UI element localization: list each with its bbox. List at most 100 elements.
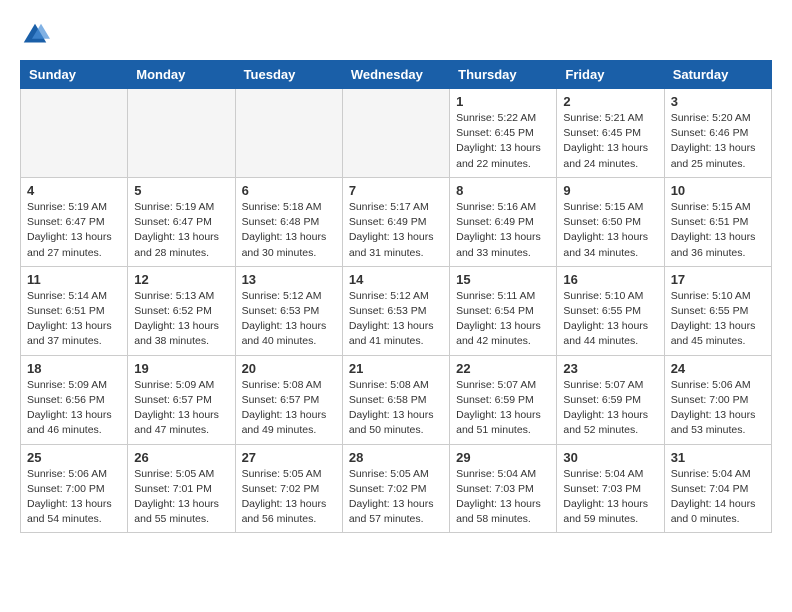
header-tuesday: Tuesday bbox=[235, 61, 342, 89]
calendar-cell: 25 Sunrise: 5:06 AM Sunset: 7:00 PM Dayli… bbox=[21, 444, 128, 533]
calendar-cell: 13Sunrise: 5:12 AM Sunset: 6:53 PM Dayli… bbox=[235, 266, 342, 355]
day-number: 16 bbox=[563, 272, 657, 287]
day-info: Sunrise: 5:21 AM Sunset: 6:45 PM Dayligh… bbox=[563, 111, 657, 172]
week-row-4: 25 Sunrise: 5:06 AM Sunset: 7:00 PM Dayli… bbox=[21, 444, 772, 533]
calendar-cell bbox=[342, 89, 449, 178]
day-info: Sunrise: 5:13 AM Sunset: 6:52 PM Dayligh… bbox=[134, 289, 228, 350]
day-info: Sunrise: 5:06 AM Sunset: 7:00 PM Dayligh… bbox=[671, 378, 765, 439]
calendar-cell: 21Sunrise: 5:08 AM Sunset: 6:58 PM Dayli… bbox=[342, 355, 449, 444]
day-number: 17 bbox=[671, 272, 765, 287]
day-info: Sunrise: 5:12 AM Sunset: 6:53 PM Dayligh… bbox=[349, 289, 443, 350]
calendar-cell: 6 Sunrise: 5:18 AM Sunset: 6:48 PM Daylig… bbox=[235, 177, 342, 266]
day-info: Sunrise: 5:09 AM Sunset: 6:57 PM Dayligh… bbox=[134, 378, 228, 439]
calendar-cell: 22Sunrise: 5:07 AM Sunset: 6:59 PM Dayli… bbox=[450, 355, 557, 444]
day-info: Sunrise: 5:19 AM Sunset: 6:47 PM Dayligh… bbox=[27, 200, 121, 261]
calendar-cell: 15 Sunrise: 5:11 AM Sunset: 6:54 PM Dayli… bbox=[450, 266, 557, 355]
calendar-cell: 8 Sunrise: 5:16 AM Sunset: 6:49 PM Daylig… bbox=[450, 177, 557, 266]
calendar-cell: 27Sunrise: 5:05 AM Sunset: 7:02 PM Dayli… bbox=[235, 444, 342, 533]
day-number: 1 bbox=[456, 94, 550, 109]
day-info: Sunrise: 5:05 AM Sunset: 7:02 PM Dayligh… bbox=[349, 467, 443, 528]
day-number: 15 bbox=[456, 272, 550, 287]
day-number: 10 bbox=[671, 183, 765, 198]
day-number: 30 bbox=[563, 450, 657, 465]
calendar-body: 1 Sunrise: 5:22 AM Sunset: 6:45 PM Daylig… bbox=[21, 89, 772, 533]
day-info: Sunrise: 5:08 AM Sunset: 6:57 PM Dayligh… bbox=[242, 378, 336, 439]
week-row-0: 1 Sunrise: 5:22 AM Sunset: 6:45 PM Daylig… bbox=[21, 89, 772, 178]
header bbox=[20, 20, 772, 50]
day-info: Sunrise: 5:04 AM Sunset: 7:04 PM Dayligh… bbox=[671, 467, 765, 528]
calendar-cell: 4 Sunrise: 5:19 AM Sunset: 6:47 PM Daylig… bbox=[21, 177, 128, 266]
header-friday: Friday bbox=[557, 61, 664, 89]
day-number: 22 bbox=[456, 361, 550, 376]
day-number: 8 bbox=[456, 183, 550, 198]
day-info: Sunrise: 5:14 AM Sunset: 6:51 PM Dayligh… bbox=[27, 289, 121, 350]
day-number: 11 bbox=[27, 272, 121, 287]
calendar-cell bbox=[21, 89, 128, 178]
week-row-2: 11 Sunrise: 5:14 AM Sunset: 6:51 PM Dayli… bbox=[21, 266, 772, 355]
day-number: 25 bbox=[27, 450, 121, 465]
calendar-cell: 26 Sunrise: 5:05 AM Sunset: 7:01 PM Dayli… bbox=[128, 444, 235, 533]
day-info: Sunrise: 5:15 AM Sunset: 6:51 PM Dayligh… bbox=[671, 200, 765, 261]
day-number: 2 bbox=[563, 94, 657, 109]
day-info: Sunrise: 5:18 AM Sunset: 6:48 PM Dayligh… bbox=[242, 200, 336, 261]
calendar-cell: 16 Sunrise: 5:10 AM Sunset: 6:55 PM Dayli… bbox=[557, 266, 664, 355]
day-number: 23 bbox=[563, 361, 657, 376]
day-info: Sunrise: 5:19 AM Sunset: 6:47 PM Dayligh… bbox=[134, 200, 228, 261]
day-number: 28 bbox=[349, 450, 443, 465]
calendar-cell: 18 Sunrise: 5:09 AM Sunset: 6:56 PM Dayli… bbox=[21, 355, 128, 444]
calendar-header: SundayMondayTuesdayWednesdayThursdayFrid… bbox=[21, 61, 772, 89]
calendar-cell bbox=[235, 89, 342, 178]
calendar-cell: 5 Sunrise: 5:19 AM Sunset: 6:47 PM Daylig… bbox=[128, 177, 235, 266]
day-info: Sunrise: 5:08 AM Sunset: 6:58 PM Dayligh… bbox=[349, 378, 443, 439]
day-info: Sunrise: 5:04 AM Sunset: 7:03 PM Dayligh… bbox=[456, 467, 550, 528]
day-info: Sunrise: 5:04 AM Sunset: 7:03 PM Dayligh… bbox=[563, 467, 657, 528]
calendar-cell: 30 Sunrise: 5:04 AM Sunset: 7:03 PM Dayli… bbox=[557, 444, 664, 533]
calendar-cell: 14 Sunrise: 5:12 AM Sunset: 6:53 PM Dayli… bbox=[342, 266, 449, 355]
calendar-cell: 23Sunrise: 5:07 AM Sunset: 6:59 PM Dayli… bbox=[557, 355, 664, 444]
day-info: Sunrise: 5:05 AM Sunset: 7:01 PM Dayligh… bbox=[134, 467, 228, 528]
day-number: 7 bbox=[349, 183, 443, 198]
header-sunday: Sunday bbox=[21, 61, 128, 89]
day-info: Sunrise: 5:16 AM Sunset: 6:49 PM Dayligh… bbox=[456, 200, 550, 261]
calendar-cell: 28 Sunrise: 5:05 AM Sunset: 7:02 PM Dayli… bbox=[342, 444, 449, 533]
day-number: 9 bbox=[563, 183, 657, 198]
calendar-cell: 7 Sunrise: 5:17 AM Sunset: 6:49 PM Daylig… bbox=[342, 177, 449, 266]
calendar-cell bbox=[128, 89, 235, 178]
header-saturday: Saturday bbox=[664, 61, 771, 89]
day-info: Sunrise: 5:17 AM Sunset: 6:49 PM Dayligh… bbox=[349, 200, 443, 261]
day-info: Sunrise: 5:12 AM Sunset: 6:53 PM Dayligh… bbox=[242, 289, 336, 350]
calendar-cell: 3Sunrise: 5:20 AM Sunset: 6:46 PM Daylig… bbox=[664, 89, 771, 178]
day-number: 19 bbox=[134, 361, 228, 376]
calendar-cell: 12Sunrise: 5:13 AM Sunset: 6:52 PM Dayli… bbox=[128, 266, 235, 355]
calendar-cell: 11 Sunrise: 5:14 AM Sunset: 6:51 PM Dayli… bbox=[21, 266, 128, 355]
calendar-cell: 19 Sunrise: 5:09 AM Sunset: 6:57 PM Dayli… bbox=[128, 355, 235, 444]
day-number: 5 bbox=[134, 183, 228, 198]
day-number: 27 bbox=[242, 450, 336, 465]
day-info: Sunrise: 5:06 AM Sunset: 7:00 PM Dayligh… bbox=[27, 467, 121, 528]
day-number: 29 bbox=[456, 450, 550, 465]
day-number: 24 bbox=[671, 361, 765, 376]
calendar-cell: 29 Sunrise: 5:04 AM Sunset: 7:03 PM Dayli… bbox=[450, 444, 557, 533]
logo bbox=[20, 20, 54, 50]
logo-icon bbox=[20, 20, 50, 50]
day-info: Sunrise: 5:10 AM Sunset: 6:55 PM Dayligh… bbox=[563, 289, 657, 350]
day-info: Sunrise: 5:09 AM Sunset: 6:56 PM Dayligh… bbox=[27, 378, 121, 439]
calendar-cell: 17 Sunrise: 5:10 AM Sunset: 6:55 PM Dayli… bbox=[664, 266, 771, 355]
day-number: 6 bbox=[242, 183, 336, 198]
week-row-1: 4 Sunrise: 5:19 AM Sunset: 6:47 PM Daylig… bbox=[21, 177, 772, 266]
header-row: SundayMondayTuesdayWednesdayThursdayFrid… bbox=[21, 61, 772, 89]
day-number: 4 bbox=[27, 183, 121, 198]
calendar-cell: 1 Sunrise: 5:22 AM Sunset: 6:45 PM Daylig… bbox=[450, 89, 557, 178]
day-info: Sunrise: 5:11 AM Sunset: 6:54 PM Dayligh… bbox=[456, 289, 550, 350]
calendar-cell: 20Sunrise: 5:08 AM Sunset: 6:57 PM Dayli… bbox=[235, 355, 342, 444]
day-number: 26 bbox=[134, 450, 228, 465]
calendar-cell: 10 Sunrise: 5:15 AM Sunset: 6:51 PM Dayli… bbox=[664, 177, 771, 266]
day-info: Sunrise: 5:22 AM Sunset: 6:45 PM Dayligh… bbox=[456, 111, 550, 172]
day-number: 14 bbox=[349, 272, 443, 287]
calendar-cell: 9Sunrise: 5:15 AM Sunset: 6:50 PM Daylig… bbox=[557, 177, 664, 266]
header-thursday: Thursday bbox=[450, 61, 557, 89]
calendar-cell: 31 Sunrise: 5:04 AM Sunset: 7:04 PM Dayli… bbox=[664, 444, 771, 533]
day-info: Sunrise: 5:10 AM Sunset: 6:55 PM Dayligh… bbox=[671, 289, 765, 350]
day-number: 31 bbox=[671, 450, 765, 465]
day-number: 18 bbox=[27, 361, 121, 376]
